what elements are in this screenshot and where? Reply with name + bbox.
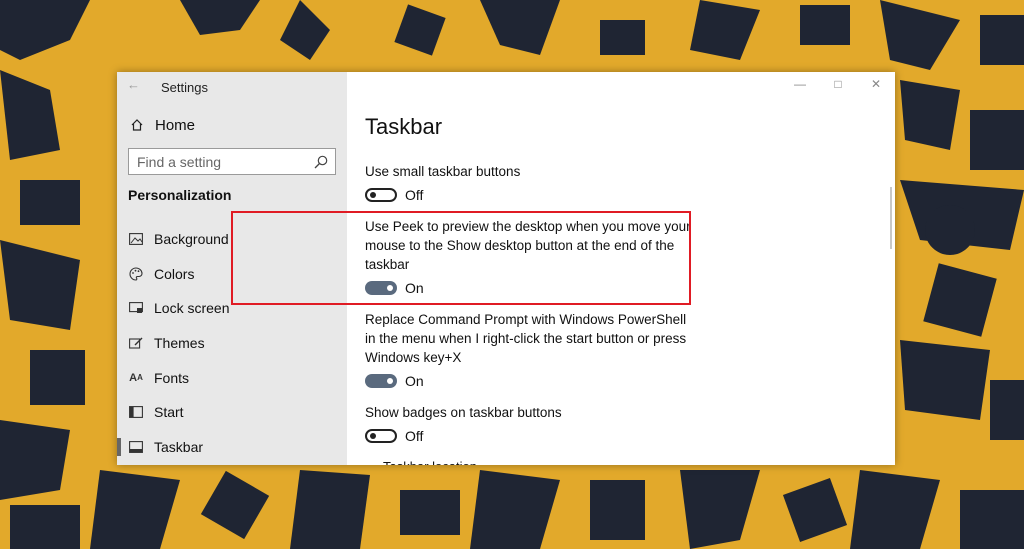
toggle-row: Off [365,187,695,203]
palette-icon [128,266,144,282]
setting-badges: Show badges on taskbar buttons Off [365,403,695,444]
small-buttons-toggle[interactable] [365,188,397,202]
sidebar-item-themes[interactable]: Themes [117,326,347,361]
sidebar-item-label: Lock screen [154,300,230,317]
start-icon [128,404,144,420]
sidebar-item-label: Themes [154,335,205,352]
sidebar-item-taskbar[interactable]: Taskbar [117,430,347,465]
lock-screen-icon [128,300,144,316]
toggle-knob [387,378,393,384]
sidebar-item-start[interactable]: Start [117,395,347,430]
badges-toggle[interactable] [365,429,397,443]
setting-powershell: Replace Command Prompt with Windows Powe… [365,310,695,389]
search-box[interactable] [128,148,336,175]
home-icon [129,117,145,133]
back-arrow-icon[interactable]: ← [127,78,141,92]
sidebar-item-label: Taskbar [154,438,204,455]
toggle-knob [370,192,376,198]
highlight-box [231,211,691,305]
nav-home[interactable]: Home [129,115,195,135]
font-icon: AA [129,371,143,384]
minimize-icon[interactable]: — [781,72,819,96]
sidebar-item-fonts[interactable]: AA Fonts [117,360,347,395]
app-title: Settings [161,80,208,95]
maximize-icon[interactable]: □ [819,72,857,96]
sidebar-item-label: Background [154,231,229,248]
search-icon[interactable] [313,154,329,170]
setting-small-taskbar-buttons: Use small taskbar buttons Off [365,162,695,203]
sidebar-item-label: Start [154,404,184,421]
page-title: Taskbar [365,114,443,139]
cut-off-setting-label: Taskbar location [383,459,477,465]
scrollbar[interactable] [890,187,892,249]
setting-label: Replace Command Prompt with Windows Powe… [365,312,687,365]
setting-label: Use small taskbar buttons [365,164,521,179]
toggle-state-label: Off [405,428,424,444]
close-icon[interactable]: ✕ [857,72,895,96]
toggle-state-label: On [405,373,424,389]
image-icon [128,231,144,247]
toggle-row: On [365,373,695,389]
home-label: Home [155,116,196,134]
toggle-knob [370,433,376,439]
sidebar-item-label: Fonts [154,369,190,386]
brush-icon [128,335,144,351]
window-controls: — □ ✕ [781,72,895,96]
toggle-row: Off [365,428,695,444]
setting-label: Show badges on taskbar buttons [365,405,562,420]
powershell-toggle[interactable] [365,374,397,388]
taskbar-icon [128,439,144,455]
section-title: Personalization [128,187,232,203]
toggle-state-label: Off [405,187,424,203]
sidebar-item-label: Colors [154,265,195,282]
search-input[interactable] [137,153,307,170]
